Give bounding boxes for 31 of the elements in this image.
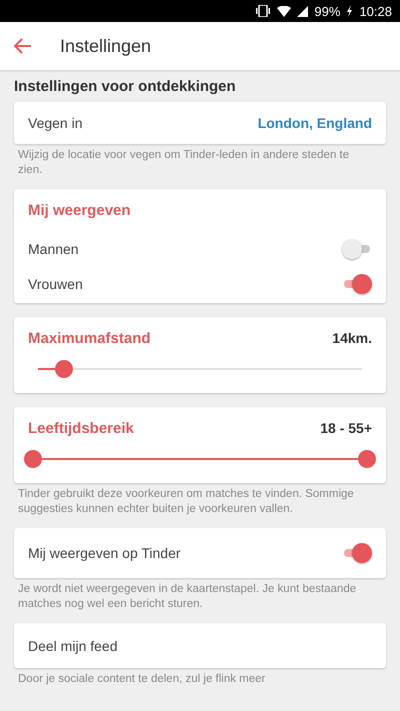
help-text: Je wordt niet weergegeven in de kaartenstapel. Je kunt bestaande matches nog wel een bericht sturen. (17, 582, 358, 612)
page-title: Instellingen (60, 36, 152, 56)
back-icon[interactable] (14, 38, 32, 54)
distance-slider[interactable] (38, 359, 362, 379)
card-title: Maximumafstand (28, 330, 151, 346)
help-text: Wijzig de locatie voor vegen om Tinder-leden in andere steden te zien. (17, 148, 350, 178)
toggle-switch[interactable] (342, 274, 372, 294)
card-title: Mij weergeven (28, 202, 131, 218)
option-label: Vrouwen (28, 276, 83, 292)
visibility-label: Mij weergeven op Tinder (28, 545, 181, 561)
section-title: Instellingen voor ontdekkingen (14, 78, 237, 95)
vibrate-icon (255, 5, 272, 17)
charging-icon (346, 5, 354, 17)
location-label: Vegen in (28, 115, 82, 131)
help-text: Door je sociale content te delen, zul je flink meer (17, 672, 266, 687)
signal-icon (297, 6, 308, 16)
option-label: Mannen (28, 240, 79, 256)
clock: 10:28 (359, 4, 392, 18)
toggle-switch[interactable] (342, 238, 372, 258)
card-title: Leeftijdsbereik (28, 420, 134, 436)
toggle-switch[interactable] (342, 543, 372, 563)
feed-label: Deel mijn feed (28, 638, 118, 654)
age-reading: 18 - 55+ (320, 420, 372, 436)
battery-level: 99% (314, 4, 340, 18)
slider-thumb[interactable] (54, 360, 73, 378)
help-text: Tinder gebruikt deze voorkeuren om matches te vinden. Sommige suggesties kunnen echter buiten je voorkeuren vallen. (17, 487, 355, 517)
feed-card[interactable]: Deel mijn feed (14, 623, 386, 668)
distance-reading: 14km. (332, 330, 372, 346)
location-value[interactable]: London, England (258, 115, 372, 131)
wifi-icon (277, 6, 292, 16)
location-card[interactable]: Vegen in London, England (14, 102, 386, 144)
